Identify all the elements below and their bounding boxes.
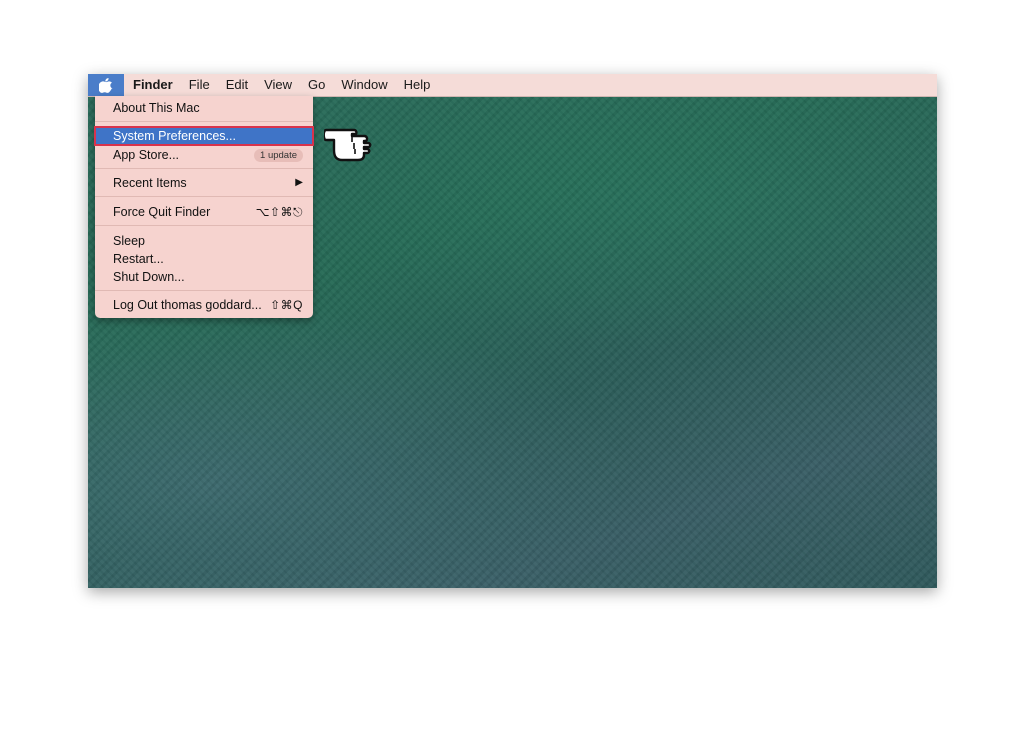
menu-item-label: Sleep	[113, 234, 145, 248]
menu-item-shut-down[interactable]: Shut Down...	[95, 268, 313, 286]
menu-file[interactable]: File	[181, 74, 218, 96]
menu-view[interactable]: View	[256, 74, 300, 96]
menu-help[interactable]: Help	[396, 74, 439, 96]
menu-item-label: About This Mac	[113, 101, 200, 115]
menu-item-recent-items[interactable]: Recent Items ▶	[95, 174, 313, 192]
menu-item-about-this-mac[interactable]: About This Mac	[95, 99, 313, 117]
menu-item-label: Restart...	[113, 252, 164, 266]
menu-item-sleep[interactable]: Sleep	[95, 232, 313, 250]
menu-item-label: App Store...	[113, 148, 180, 162]
menu-item-label: Force Quit Finder	[113, 205, 211, 219]
apple-menu-dropdown: About This Mac System Preferences... App…	[94, 96, 314, 318]
menu-separator	[95, 168, 313, 169]
pointing-hand-icon	[324, 128, 372, 162]
menu-bar: Finder File Edit View Go Window Help	[88, 74, 937, 97]
desktop-screen: Finder File Edit View Go Window Help Abo…	[88, 74, 937, 588]
menu-item-label: Shut Down...	[113, 270, 185, 284]
menu-finder[interactable]: Finder	[124, 74, 181, 96]
menu-item-app-store[interactable]: App Store... 1 update	[95, 146, 313, 164]
menu-item-label: Log Out thomas goddard...	[113, 298, 262, 312]
keyboard-shortcut: ⌥⇧⌘⎋	[255, 205, 303, 219]
menu-item-force-quit[interactable]: Force Quit Finder ⌥⇧⌘⎋	[95, 203, 313, 221]
menu-item-log-out[interactable]: Log Out thomas goddard... ⇧⌘Q	[95, 296, 313, 314]
menu-edit[interactable]: Edit	[218, 74, 256, 96]
submenu-arrow-icon: ▶	[295, 177, 303, 188]
keyboard-shortcut: ⇧⌘Q	[270, 298, 303, 312]
menu-item-label: Recent Items	[113, 176, 187, 190]
menu-separator	[95, 225, 313, 226]
menu-item-restart[interactable]: Restart...	[95, 250, 313, 268]
menu-item-label: System Preferences...	[113, 129, 236, 143]
apple-menu-button[interactable]	[88, 74, 124, 96]
menu-go[interactable]: Go	[300, 74, 333, 96]
menu-window[interactable]: Window	[333, 74, 395, 96]
update-badge: 1 update	[254, 148, 303, 162]
apple-logo-icon	[99, 78, 113, 93]
menu-separator	[95, 290, 313, 291]
menu-separator	[95, 121, 313, 122]
menu-separator	[95, 196, 313, 197]
menu-item-system-preferences[interactable]: System Preferences...	[94, 126, 314, 146]
